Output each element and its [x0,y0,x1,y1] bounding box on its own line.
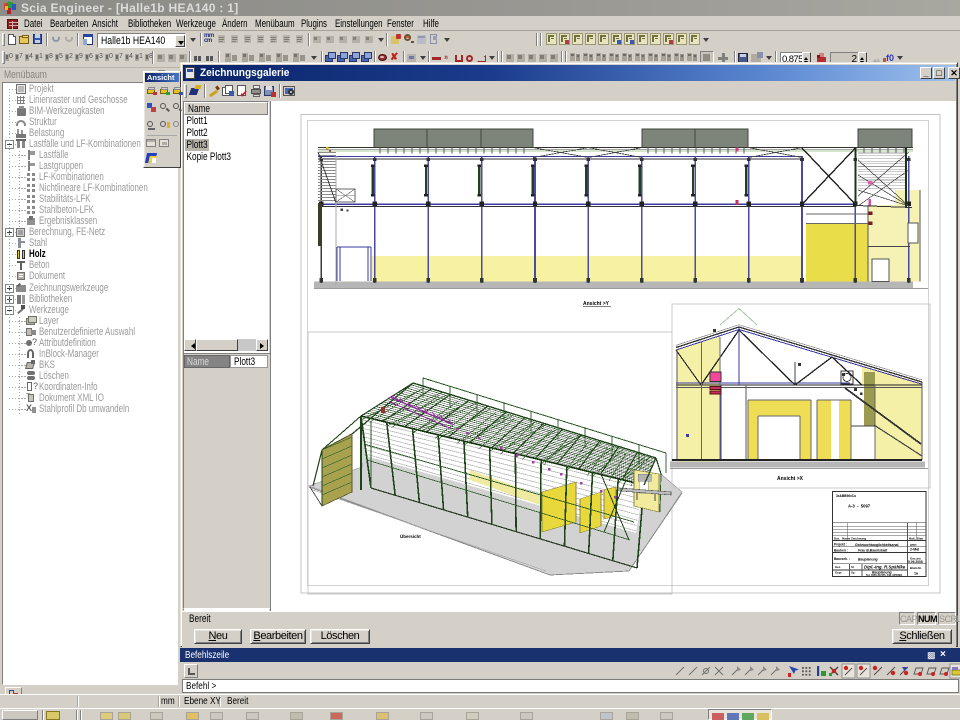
svg-text:Gebrauchtauglichkeitsanal.: Gebrauchtauglichkeitsanal. [855,543,899,547]
svg-text:Tel. 0355-48 555, Fax 0355681: Tel. 0355-48 555, Fax 0355681 [866,573,903,577]
svg-text:gepr.: gepr. [910,543,917,547]
svg-text:5.09.2008: 5.09.2008 [908,560,923,564]
svg-text:A-3 - 5097: A-3 - 5097 [848,504,871,509]
svg-text:3xABB96xCo: 3xABB96xCo [836,494,856,498]
svg-text:Maß., Blatt: Maß., Blatt [909,537,923,541]
svg-text:Projekt :: Projekt : [834,543,847,547]
svg-text:Bauvorh. :: Bauvorh. : [834,557,850,561]
svg-text:Blatt-Nr.: Blatt-Nr. [910,566,922,570]
svg-text:Bauplanung: Bauplanung [858,557,879,561]
svg-text:Ansicht >X: Ansicht >X [777,476,804,482]
svg-text:Frau B.Baumstadt: Frau B.Baumstadt [858,549,888,553]
svg-text:Bauherr :: Bauherr : [834,548,848,552]
svg-text:Gepr.: Gepr. [835,571,842,575]
svg-text:Ansicht >Y: Ansicht >Y [583,301,610,307]
svg-text:St: St [851,565,854,569]
svg-text:Dipl.-Ing. R.Spählke: Dipl.-Ing. R.Spählke [864,565,906,570]
svg-text:Übersicht: Übersicht [400,533,421,539]
svg-text:Gez.: Gez. [835,565,841,569]
svg-text:Dat. Name: Dat. Name [834,537,851,541]
svg-text:Sp: Sp [851,571,855,575]
svg-text:2-Mal: 2-Mal [910,548,919,552]
svg-text:Zeichnung: Zeichnung [851,537,866,541]
